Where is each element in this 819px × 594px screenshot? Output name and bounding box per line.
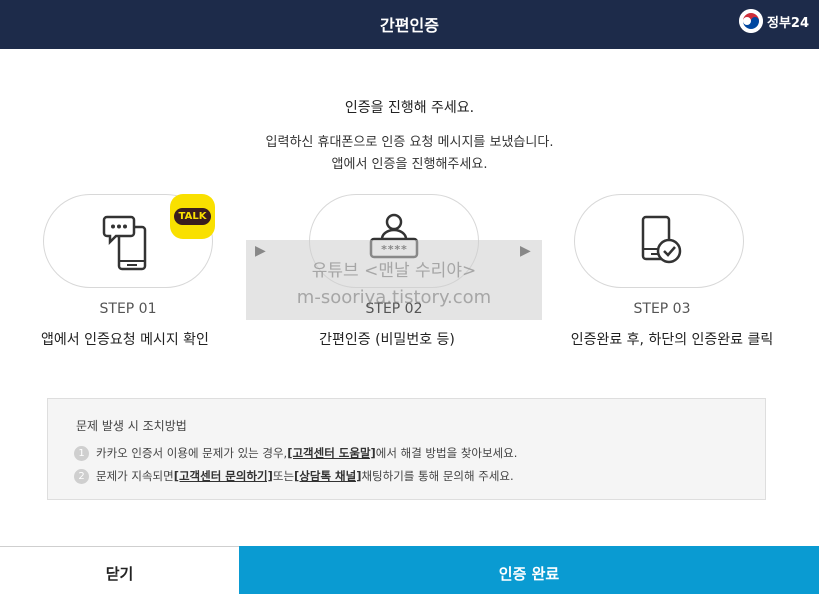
step-1-number: STEP 01: [99, 301, 157, 317]
header-bar: 간편인증 정부24: [0, 0, 819, 49]
chat-channel-link[interactable]: [상담톡 채널]: [294, 468, 361, 484]
step-1-description: 앱에서 인증요청 메시지 확인: [41, 332, 209, 348]
watermark-channel: 유튜브 <맨날 수리야>: [311, 261, 477, 281]
close-button[interactable]: 닫기: [0, 546, 239, 594]
help-item-text: 문제가 지속되면: [96, 469, 174, 483]
gov24-logo: 정부24: [738, 9, 809, 33]
troubleshooting-title: 문제 발생 시 조치방법: [76, 419, 187, 433]
step-2-description: 간편인증 (비밀번호 등): [319, 332, 455, 348]
step-3-card: [574, 194, 744, 288]
footer-actions: 닫기 인증 완료: [0, 546, 819, 594]
troubleshooting-box: 문제 발생 시 조치방법 1 카카오 인증서 이용에 문제가 있는 경우, [고…: [47, 398, 766, 500]
talk-badge-label: TALK: [173, 208, 212, 225]
phone-message-icon: [102, 215, 147, 271]
help-item-text: 카카오 인증서 이용에 문제가 있는 경우,: [96, 446, 288, 460]
intro-heading: 인증을 진행해 주세요.: [344, 100, 475, 116]
help-item-number: 2: [74, 468, 89, 484]
step-3-description: 인증완료 후, 하단의 인증완료 클릭: [570, 332, 774, 348]
step-3-number: STEP 03: [633, 301, 691, 317]
taegeuk-emblem-icon: [738, 9, 763, 33]
phone-check-icon: [641, 215, 682, 264]
intro-message-sent: 입력하신 휴대폰으로 인증 요청 메시지를 보냈습니다.: [265, 135, 554, 150]
help-item-text: 에서 해결 방법을 찾아보세요.: [375, 446, 518, 460]
step-2-number: STEP 02: [365, 301, 423, 317]
help-item-2: 2 문제가 지속되면 [고객센터 문의하기] 또는 [상담톡 채널] 채팅하기를…: [74, 468, 514, 484]
auth-complete-button[interactable]: 인증 완료: [239, 546, 819, 594]
customer-center-help-link[interactable]: [고객센터 도움말]: [287, 445, 376, 461]
page-title: 간편인증: [380, 16, 439, 35]
gov24-logo-text: 정부24: [766, 15, 809, 31]
help-item-text: 채팅하기를 통해 문의해 주세요.: [361, 469, 514, 483]
help-item-text: 또는: [272, 469, 295, 483]
intro-instruction: 앱에서 인증을 진행해주세요.: [331, 157, 488, 172]
help-item-number: 1: [74, 445, 89, 461]
help-item-1: 1 카카오 인증서 이용에 문제가 있는 경우, [고객센터 도움말] 에서 해…: [74, 445, 517, 461]
customer-center-inquiry-link[interactable]: [고객센터 문의하기]: [174, 468, 273, 484]
kakaotalk-badge: TALK: [170, 194, 215, 239]
